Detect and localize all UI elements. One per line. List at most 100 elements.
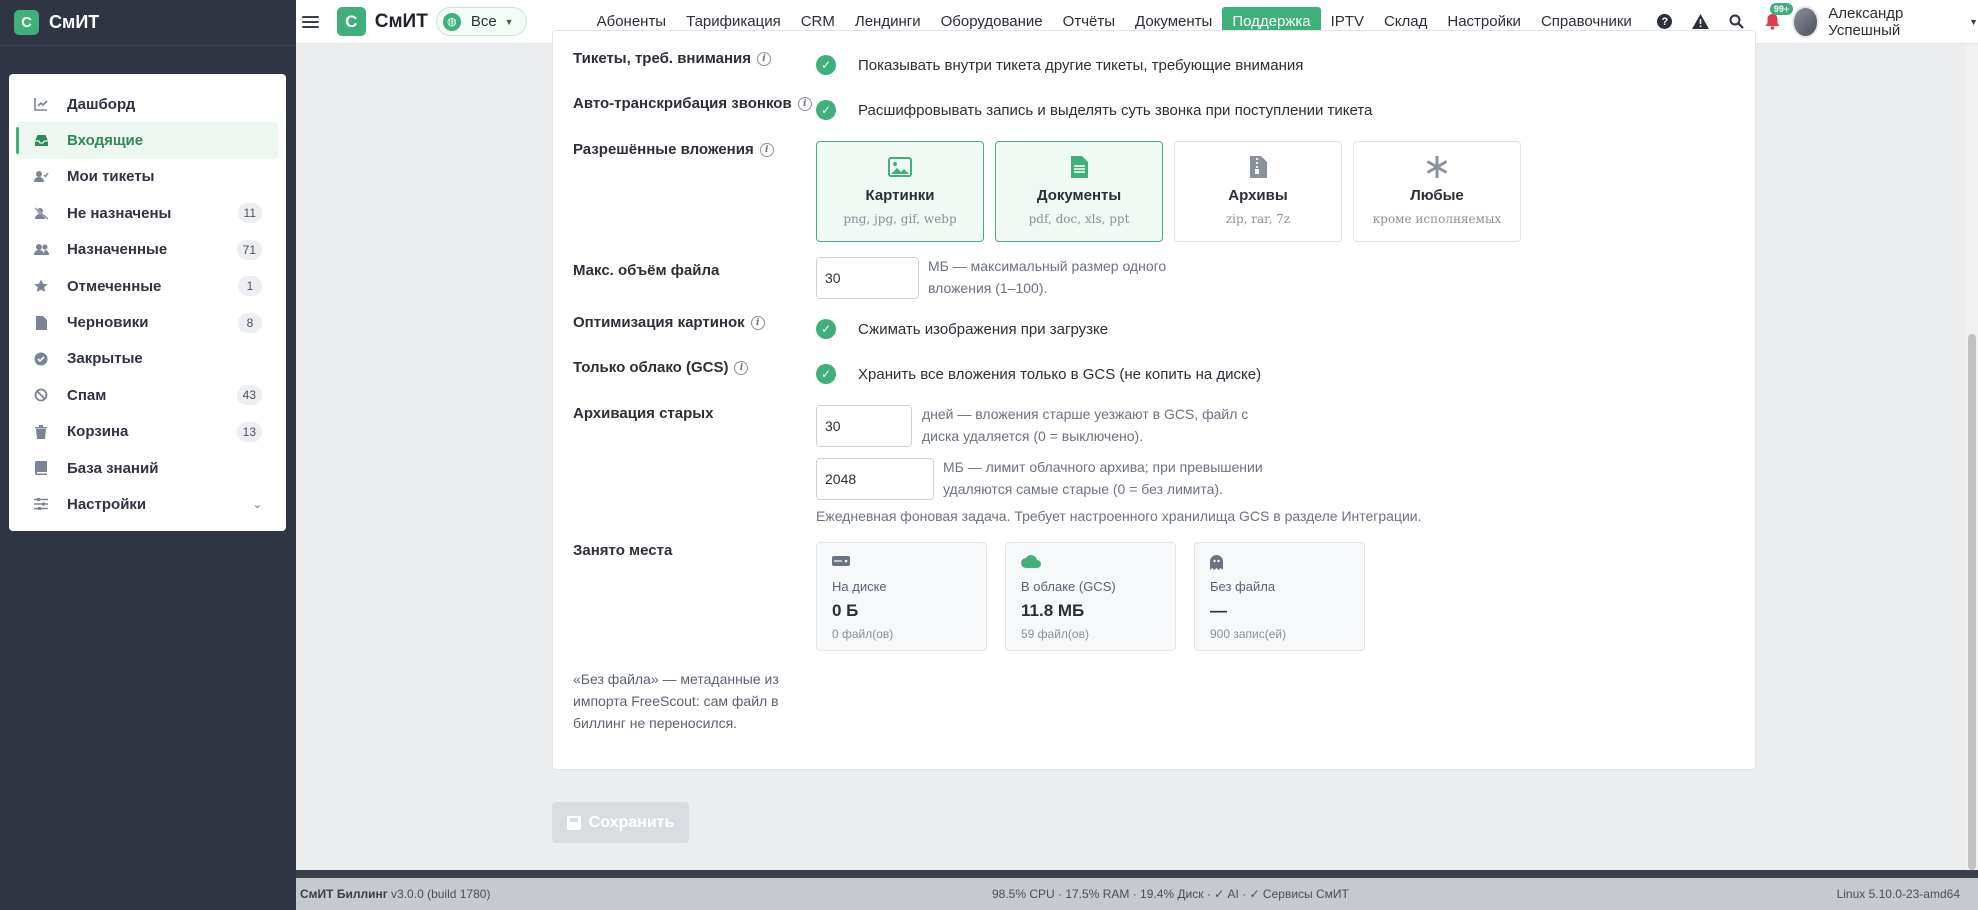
scope-selector[interactable]: ◍ Все ▼ xyxy=(435,7,527,36)
sidebar-item-closed[interactable]: Закрытые xyxy=(17,341,278,377)
brand-logo: С xyxy=(14,10,39,35)
archive-days-help: дней — вложения старше уезжают в GCS, фа… xyxy=(922,406,1249,444)
avatar[interactable] xyxy=(1791,5,1820,38)
label-text: Оптимизация картинок xyxy=(573,314,745,331)
inbox-icon xyxy=(33,133,49,149)
attachment-type-images[interactable]: Картинки png, jpg, gif, webp xyxy=(816,141,984,242)
asterisk-icon xyxy=(1426,156,1448,178)
hdd-icon xyxy=(832,555,971,571)
sidebar-item-label: Спам xyxy=(67,386,107,404)
count-badge: 43 xyxy=(236,385,262,406)
sidebar-item-trash[interactable]: Корзина 13 xyxy=(17,414,278,450)
image-opt-label: Оптимизация картинок i xyxy=(573,314,765,331)
attachment-formats: png, jpg, gif, webp xyxy=(843,212,957,226)
usage-card-no-file: Без файла — 900 запис(ей) xyxy=(1194,542,1365,651)
usage-label: Занято места xyxy=(573,542,673,559)
ban-icon xyxy=(33,387,49,403)
sidebar-item-dashboard[interactable]: Дашборд xyxy=(17,86,278,122)
archive-limit-input[interactable]: 2048 xyxy=(816,458,934,500)
user-name[interactable]: Александр Успешный xyxy=(1828,5,1955,39)
footer-product: СмИТ Биллинг xyxy=(300,887,388,901)
usage-card-value: — xyxy=(1210,601,1227,620)
notification-badge: 99+ xyxy=(1769,2,1794,15)
scrollbar-thumb[interactable] xyxy=(1968,334,1976,870)
brand-logo: С xyxy=(336,7,366,36)
sidebar-item-spam[interactable]: Спам 43 xyxy=(17,377,278,413)
chevron-down-icon: ⌄ xyxy=(252,498,262,511)
tickets-attention-toggle[interactable]: ✓ Показывать внутри тикета другие тикеты… xyxy=(816,55,1303,75)
save-icon xyxy=(566,815,581,830)
count-badge: 71 xyxy=(236,239,262,260)
usage-card-label: На диске xyxy=(832,579,887,594)
attachment-formats: zip, rar, 7z xyxy=(1225,212,1291,226)
sidebar-item-label: Назначенные xyxy=(67,241,168,259)
sidebar-item-label: Отмеченные xyxy=(67,277,162,295)
info-icon[interactable]: i xyxy=(734,360,749,375)
ghost-icon xyxy=(1210,555,1349,571)
archive-days-input[interactable]: 30 xyxy=(816,405,912,447)
check-circle-icon xyxy=(33,351,49,367)
footer-os: Linux 5.10.0-23-amd64 xyxy=(1836,887,1960,901)
attachment-title: Любые xyxy=(1410,187,1464,204)
archive-label: Архивация старых xyxy=(573,405,714,422)
transcription-toggle[interactable]: ✓ Расшифровывать запись и выделять суть … xyxy=(816,100,1372,120)
label-text: Разрешённые вложения xyxy=(573,141,754,158)
archive-icon xyxy=(1249,156,1267,178)
toggle-text: Показывать внутри тикета другие тикеты, … xyxy=(858,56,1304,74)
sidebar-item-settings[interactable]: Настройки ⌄ xyxy=(17,486,278,522)
max-size-input[interactable]: 30 xyxy=(816,257,919,299)
usage-card-label: В облаке (GCS) xyxy=(1021,579,1116,594)
info-icon[interactable]: i xyxy=(750,315,765,330)
sidebar-item-label: Корзина xyxy=(67,423,129,441)
sidebar-item-starred[interactable]: Отмеченные 1 xyxy=(17,268,278,304)
sidebar-item-label: Входящие xyxy=(67,132,144,150)
bell-icon[interactable]: 99+ xyxy=(1762,2,1794,33)
image-opt-toggle[interactable]: ✓ Сжимать изображения при загрузке xyxy=(816,319,1108,339)
transcription-label: Авто-транскрибация звонков i xyxy=(573,95,812,112)
attachment-type-archives[interactable]: Архивы zip, rar, 7z xyxy=(1174,141,1342,242)
info-icon[interactable]: i xyxy=(759,142,774,157)
sidebar-item-label: Настройки xyxy=(67,495,147,513)
usage-card-value: 0 Б xyxy=(832,601,859,620)
hamburger-icon[interactable] xyxy=(302,15,319,28)
brand-name: СмИТ xyxy=(49,12,100,32)
sidebar-item-drafts[interactable]: Черновики 8 xyxy=(17,304,278,340)
sliders-icon xyxy=(33,496,49,512)
tickets-attention-label: Тикеты, треб. внимания i xyxy=(573,50,771,67)
sidebar-brand[interactable]: С СмИТ xyxy=(0,0,296,46)
attachment-type-documents[interactable]: Документы pdf, doc, xls, ppt xyxy=(995,141,1163,242)
max-size-help: МБ — максимальный размер одного вложения… xyxy=(928,258,1167,296)
attachments-label: Разрешённые вложения i xyxy=(573,141,774,158)
topbar-logo[interactable]: С СмИТ xyxy=(336,7,428,36)
cloud-icon xyxy=(1021,555,1160,571)
attachment-formats: кроме исполняемых xyxy=(1372,212,1502,226)
page-scrollbar[interactable] xyxy=(1966,44,1978,870)
chart-icon xyxy=(33,96,49,112)
file-icon xyxy=(33,315,49,331)
sidebar-item-label: Черновики xyxy=(67,314,149,332)
sidebar-item-my-tickets[interactable]: Мои тикеты xyxy=(17,159,278,195)
info-icon[interactable]: i xyxy=(757,51,771,66)
footer-build: v3.0.0 (build 1780) xyxy=(391,887,491,901)
sidebar-item-unassigned[interactable]: Не назначены 11 xyxy=(17,195,278,231)
star-icon xyxy=(33,278,49,294)
save-button[interactable]: Сохранить xyxy=(552,802,689,843)
usage-card-count: 0 файл(ов) xyxy=(832,627,894,641)
sidebar-item-knowledge-base[interactable]: База знаний xyxy=(17,450,278,486)
sidebar-item-assigned[interactable]: Назначенные 71 xyxy=(17,232,278,268)
label-text: Авто-транскрибация звонков xyxy=(573,95,792,112)
cloud-only-toggle[interactable]: ✓ Хранить все вложения только в GCS (не … xyxy=(816,364,1261,384)
label-text: Тикеты, треб. внимания xyxy=(573,50,751,67)
info-icon[interactable]: i xyxy=(797,96,812,111)
sidebar: С СмИТ Дашборд Входящие Мои тикеты Не на… xyxy=(0,0,296,910)
checkmark-icon: ✓ xyxy=(816,55,836,75)
label-text: Только облако (GCS) xyxy=(573,359,729,376)
usage-card-disk: На диске 0 Б 0 файл(ов) xyxy=(816,542,987,651)
book-icon xyxy=(33,460,49,476)
attachment-title: Документы xyxy=(1036,187,1122,204)
caret-down-icon[interactable]: ▼ xyxy=(1969,17,1978,27)
scope-label: Все xyxy=(470,13,497,30)
sidebar-item-inbox[interactable]: Входящие xyxy=(16,122,278,159)
sidebar-item-label: Дашборд xyxy=(67,95,136,113)
attachment-type-any[interactable]: Любые кроме исполняемых xyxy=(1353,141,1521,242)
